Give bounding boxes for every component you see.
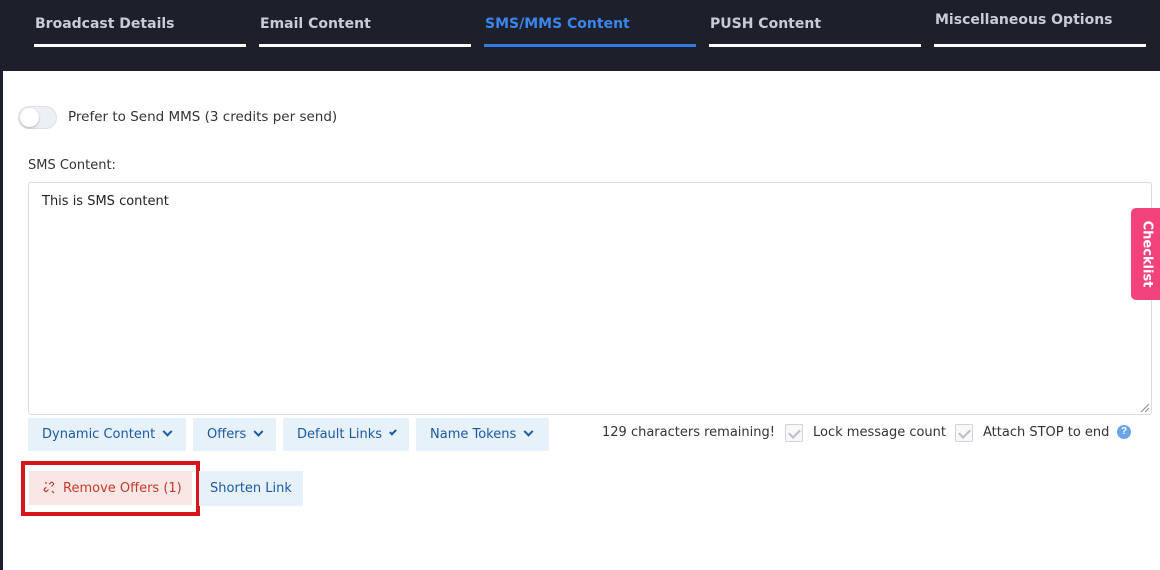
sms-content-textarea[interactable]: This is SMS content: [28, 182, 1152, 415]
chevron-down-icon: [162, 426, 173, 437]
dropdown-label: Offers: [207, 427, 247, 442]
name-tokens-dropdown[interactable]: Name Tokens: [416, 418, 549, 451]
tab-miscellaneous-options[interactable]: Miscellaneous Options: [934, 0, 1146, 47]
remove-offers-label: Remove Offers (1): [63, 480, 182, 496]
checklist-label: Checklist: [1139, 220, 1155, 288]
mms-toggle-label: Prefer to Send MMS (3 credits per send): [68, 109, 338, 125]
default-links-dropdown[interactable]: Default Links: [283, 418, 409, 451]
tab-sms-mms-content[interactable]: SMS/MMS Content: [484, 0, 696, 47]
tab-push-content[interactable]: PUSH Content: [709, 0, 921, 47]
tab-bar: Broadcast Details Email Content SMS/MMS …: [0, 0, 1160, 71]
attach-stop-checkbox[interactable]: [955, 424, 973, 442]
chevron-down-icon: [389, 427, 397, 436]
lock-message-count-checkbox[interactable]: [785, 424, 803, 442]
left-border: [0, 0, 3, 570]
dropdown-label: Default Links: [297, 427, 383, 442]
mms-toggle[interactable]: [18, 106, 57, 129]
lock-message-count-label: Lock message count: [813, 425, 947, 440]
resize-grip-icon[interactable]: [1140, 403, 1150, 413]
dynamic-content-dropdown[interactable]: Dynamic Content: [28, 418, 186, 451]
toggle-knob: [20, 108, 39, 127]
tab-label: Email Content: [260, 16, 371, 32]
remove-offers-button[interactable]: Remove Offers (1): [29, 471, 192, 505]
tab-label: SMS/MMS Content: [485, 16, 630, 32]
shorten-link-label: Shorten Link: [210, 481, 292, 496]
offers-dropdown[interactable]: Offers: [193, 418, 276, 451]
sms-content-label: SMS Content:: [28, 158, 116, 173]
tab-label: PUSH Content: [710, 16, 822, 32]
chevron-down-icon: [523, 426, 534, 437]
dropdown-label: Name Tokens: [430, 427, 517, 442]
tab-label: Broadcast Details: [35, 16, 175, 32]
tab-label: Miscellaneous Options: [935, 12, 1113, 28]
checklist-tab[interactable]: Checklist: [1131, 208, 1160, 300]
tab-broadcast-details[interactable]: Broadcast Details: [34, 0, 246, 47]
attach-stop-label: Attach STOP to end: [983, 425, 1110, 440]
broken-link-icon: [43, 481, 55, 494]
tab-email-content[interactable]: Email Content: [259, 0, 471, 47]
sms-content-text: This is SMS content: [42, 194, 169, 209]
dropdown-label: Dynamic Content: [42, 427, 156, 442]
chevron-down-icon: [253, 426, 264, 437]
help-icon[interactable]: ?: [1117, 425, 1131, 439]
shorten-link-button[interactable]: Shorten Link: [199, 471, 303, 506]
characters-remaining: 129 characters remaining!: [602, 425, 775, 440]
